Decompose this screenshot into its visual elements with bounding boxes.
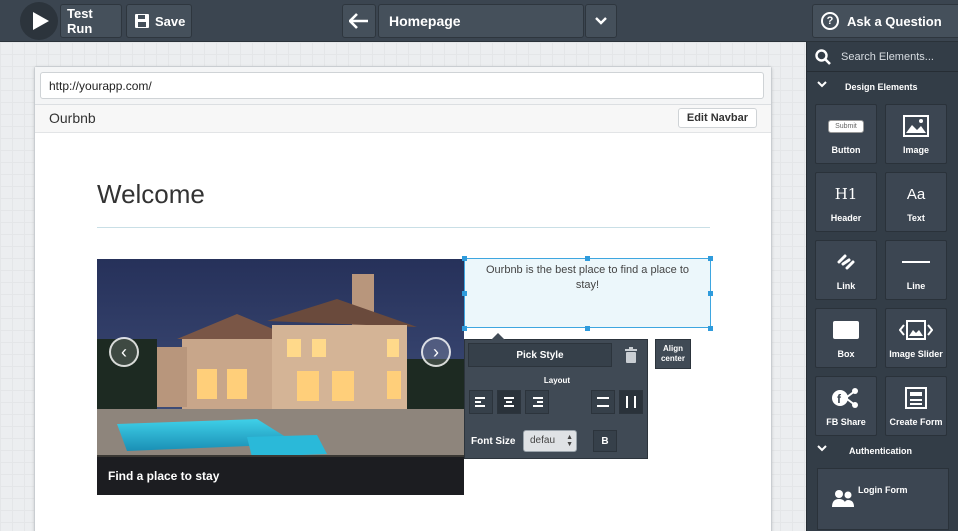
tile-label: Create Form [889, 417, 943, 427]
element-tile-login-form[interactable]: Login Form [817, 468, 949, 530]
panel-caret [491, 333, 505, 340]
tile-label: Text [907, 213, 925, 223]
save-label: Save [155, 13, 186, 29]
element-tile-button[interactable]: Submit Button [815, 104, 877, 164]
pick-style-button[interactable]: Pick Style [468, 343, 612, 367]
slider-caption: Find a place to stay [97, 457, 464, 495]
navbar[interactable]: Ourbnb Edit Navbar [35, 105, 771, 133]
page-name: Homepage [389, 13, 461, 29]
bold-button[interactable]: B [593, 430, 617, 452]
url-bar-container: http://yourapp.com/ [35, 67, 771, 105]
chevron-down-icon [595, 17, 607, 25]
style-editor-panel: Pick Style Layout Font Size defau ▲ ▼ B [464, 333, 648, 459]
full-width-icon[interactable] [591, 390, 615, 414]
authentication-title: Authentication [849, 446, 912, 456]
element-tile-header[interactable]: H1 Header [815, 172, 877, 232]
link-icon [837, 254, 855, 270]
header-icon: H1 [834, 185, 858, 203]
search-placeholder: Search Elements... [841, 50, 934, 63]
resize-handle[interactable] [585, 326, 590, 331]
tile-label: Link [836, 281, 856, 291]
fb-share-icon: f [832, 388, 858, 408]
image-slider[interactable]: ‹ › Find a place to stay [97, 259, 464, 495]
fixed-width-icon[interactable] [619, 390, 643, 414]
divider-line[interactable] [97, 227, 710, 228]
authentication-header[interactable]: Authentication [807, 440, 958, 462]
align-right-icon[interactable] [525, 390, 549, 414]
back-button[interactable] [342, 4, 376, 38]
tile-label: FB Share [826, 417, 866, 427]
resize-handle[interactable] [462, 291, 467, 296]
design-elements-header[interactable]: Design Elements [807, 76, 958, 98]
slider-prev-icon[interactable]: ‹ [109, 337, 139, 367]
test-run-label: Test Run [67, 6, 93, 36]
trash-icon[interactable] [617, 343, 645, 367]
element-tile-image-slider[interactable]: Image Slider [885, 308, 947, 368]
page-dropdown-button[interactable] [585, 4, 617, 38]
ask-label: Ask a Question [847, 13, 942, 29]
box-icon [833, 321, 859, 339]
align-center-icon[interactable] [497, 390, 521, 414]
resize-handle[interactable] [585, 256, 590, 261]
browser-preview: http://yourapp.com/ Ourbnb Edit Navbar W… [34, 66, 772, 531]
floppy-icon [135, 14, 149, 28]
select-arrows-icon: ▲ ▼ [566, 434, 573, 448]
tile-label: Header [830, 213, 862, 223]
button-icon: Submit [828, 119, 864, 133]
align-center-badge[interactable]: Align center [655, 339, 691, 369]
resize-handle[interactable] [462, 326, 467, 331]
resize-handle[interactable] [708, 326, 713, 331]
element-tile-text[interactable]: Aa Text [885, 172, 947, 232]
editor-canvas: http://yourapp.com/ Ourbnb Edit Navbar W… [0, 42, 806, 531]
question-icon: ? [821, 12, 839, 30]
font-size-label: Font Size [471, 436, 516, 447]
elements-sidebar: Search Elements... Design Elements Submi… [806, 42, 958, 531]
line-icon [902, 261, 930, 263]
design-elements-title: Design Elements [845, 82, 918, 92]
selected-text-element[interactable]: Ourbnb is the best place to find a place… [464, 258, 711, 328]
top-toolbar: Test Run Save Homepage ? Ask a Question [0, 0, 958, 42]
tile-label: Box [837, 349, 855, 359]
font-size-value: defau [530, 435, 556, 446]
edit-navbar-button[interactable]: Edit Navbar [677, 108, 757, 128]
search-icon [815, 48, 831, 65]
create-form-icon [905, 387, 927, 409]
tile-label: Line [906, 281, 926, 291]
test-run-button[interactable]: Test Run [60, 4, 122, 38]
chevron-down-icon [817, 81, 827, 88]
font-size-select[interactable]: defau ▲ ▼ [523, 430, 577, 452]
image-icon [903, 115, 929, 137]
save-button[interactable]: Save [126, 4, 192, 38]
image-slider-icon [899, 320, 933, 340]
resize-handle[interactable] [708, 256, 713, 261]
users-icon [832, 490, 854, 507]
element-tile-box[interactable]: Box [815, 308, 877, 368]
element-tile-link[interactable]: Link [815, 240, 877, 300]
arrow-left-icon [349, 13, 368, 29]
element-tile-image[interactable]: Image [885, 104, 947, 164]
element-search[interactable]: Search Elements... [807, 42, 958, 72]
navbar-brand: Ourbnb [49, 110, 96, 126]
url-field[interactable]: http://yourapp.com/ [40, 72, 764, 99]
layout-label: Layout [543, 376, 571, 385]
element-tile-line[interactable]: Line [885, 240, 947, 300]
element-tile-create-form[interactable]: Create Form [885, 376, 947, 436]
tile-label: Button [831, 145, 861, 155]
play-icon[interactable] [20, 2, 58, 40]
ask-question-button[interactable]: ? Ask a Question [812, 4, 958, 38]
tile-label: Login Form [858, 485, 908, 495]
align-left-icon[interactable] [469, 390, 493, 414]
text-icon: Aa [906, 185, 926, 203]
page-heading[interactable]: Welcome [97, 179, 205, 210]
tile-label: Image Slider [889, 349, 943, 359]
page-selector[interactable]: Homepage [378, 4, 584, 38]
slider-next-icon[interactable]: › [421, 337, 451, 367]
resize-handle[interactable] [708, 291, 713, 296]
chevron-down-icon [817, 445, 827, 452]
resize-handle[interactable] [462, 256, 467, 261]
tile-label: Image [902, 145, 929, 155]
element-tile-fb-share[interactable]: f FB Share [815, 376, 877, 436]
